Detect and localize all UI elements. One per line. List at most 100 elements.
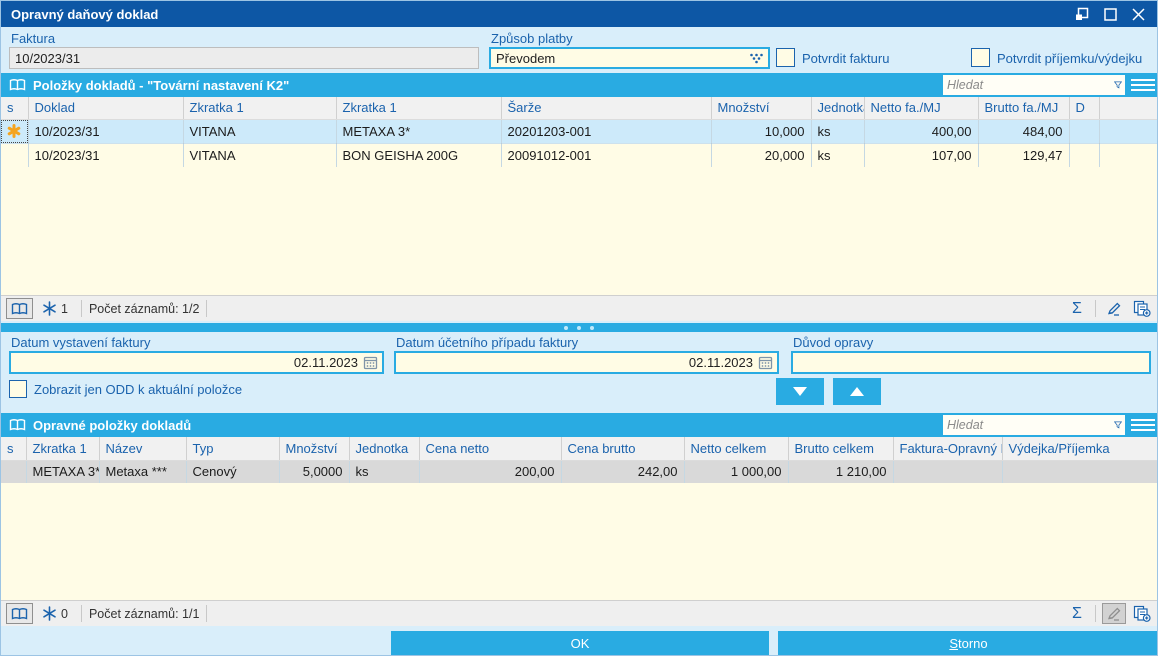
faktura-label: Faktura bbox=[11, 31, 56, 46]
faktura-value bbox=[10, 48, 478, 68]
datum-ucetniho-input[interactable] bbox=[396, 353, 758, 372]
col-jednotka[interactable]: Jednotka bbox=[349, 437, 420, 461]
duvod-opravy-label: Důvod opravy bbox=[793, 335, 874, 350]
opravne-polozky-header: Opravné položky dokladů bbox=[1, 413, 1157, 437]
col-mnozstvi[interactable]: Množství bbox=[279, 437, 350, 461]
table-row[interactable]: METAXA 3* Metaxa *** Cenový 5,0000 ks 20… bbox=[1, 460, 1157, 484]
arrow-up-icon bbox=[850, 387, 864, 396]
potvrdit-fakturu-label: Potvrdit fakturu bbox=[802, 51, 890, 66]
col-zkratka1[interactable]: Zkratka 1 bbox=[183, 97, 337, 120]
zpusob-platby-value[interactable] bbox=[491, 49, 749, 67]
grid2-search-input[interactable] bbox=[943, 415, 1114, 435]
opravne-polozky-table: s Zkratka 1 Název Typ Množství Jednotka … bbox=[1, 437, 1157, 484]
col-s[interactable]: s bbox=[1, 97, 29, 120]
calendar-icon[interactable] bbox=[758, 355, 773, 370]
ok-button[interactable]: OK bbox=[391, 631, 769, 655]
storno-button[interactable]: Storno bbox=[778, 631, 1157, 655]
grid1-menu-icon[interactable] bbox=[1131, 75, 1155, 95]
panel-title: Položky dokladů - "Tovární nastavení K2" bbox=[33, 77, 290, 93]
grid2-status-bar: 0 Počet záznamů: 1/1 Σ bbox=[1, 600, 1157, 626]
datum-vystaveni-field[interactable] bbox=[9, 351, 384, 374]
col-jednotka[interactable]: Jednotka bbox=[811, 97, 865, 120]
datum-vystaveni-label: Datum vystavení faktury bbox=[11, 335, 151, 350]
move-up-button[interactable] bbox=[833, 378, 881, 405]
potvrdit-prijemku-label: Potvrdit příjemku/výdejku bbox=[997, 51, 1143, 66]
col-vydejka[interactable]: Výdejka/Příjemka bbox=[1002, 437, 1157, 461]
grid2-empty-area bbox=[1, 483, 1157, 600]
window-title: Opravný daňový doklad bbox=[11, 6, 159, 22]
col-nazev[interactable]: Název bbox=[99, 437, 187, 461]
col-s[interactable]: s bbox=[1, 437, 27, 461]
book-view-button[interactable] bbox=[6, 298, 33, 319]
book-icon bbox=[9, 78, 26, 92]
datum-ucetniho-label: Datum účetního případu faktury bbox=[396, 335, 579, 350]
flagged-records-icon bbox=[42, 606, 57, 621]
zobrazit-odd-checkbox[interactable] bbox=[9, 380, 27, 398]
grid1-header-row: s Doklad Zkratka 1 Zkratka 1 Šarže Množs… bbox=[1, 97, 1157, 120]
col-cena-netto[interactable]: Cena netto bbox=[419, 437, 562, 461]
record-count: Počet záznamů: 1/1 bbox=[88, 606, 200, 621]
polozky-dokladu-header: Položky dokladů - "Tovární nastavení K2" bbox=[1, 73, 1157, 97]
edit-icon[interactable] bbox=[1102, 298, 1126, 319]
col-d[interactable]: D bbox=[1069, 97, 1100, 120]
duvod-opravy-input[interactable] bbox=[793, 353, 1149, 372]
grid1-search bbox=[943, 75, 1125, 95]
col-brutto-celkem[interactable]: Brutto celkem bbox=[788, 437, 894, 461]
grid1-empty-area bbox=[1, 167, 1157, 295]
book-view-button[interactable] bbox=[6, 603, 33, 624]
col-doklad[interactable]: Doklad bbox=[28, 97, 184, 120]
calendar-icon[interactable] bbox=[363, 355, 378, 370]
col-mnozstvi[interactable]: Množství bbox=[711, 97, 812, 120]
faktura-field bbox=[9, 47, 479, 69]
polozky-dokladu-panel: Položky dokladů - "Tovární nastavení K2"… bbox=[1, 73, 1157, 321]
sum-icon[interactable]: Σ bbox=[1065, 603, 1089, 624]
splitter-handle[interactable] bbox=[1, 323, 1157, 332]
dialog-window: Opravný daňový doklad Faktura Způsob pla… bbox=[0, 0, 1158, 656]
col-zkratka1[interactable]: Zkratka 1 bbox=[26, 437, 100, 461]
datum-vystaveni-input[interactable] bbox=[11, 353, 363, 372]
zpusob-platby-combobox[interactable] bbox=[489, 47, 770, 69]
table-row[interactable]: 10/2023/31 VITANA METAXA 3* 20201203-001… bbox=[1, 119, 1157, 144]
panel-title: Opravné položky dokladů bbox=[33, 417, 192, 433]
move-down-button[interactable] bbox=[776, 378, 824, 405]
filter-icon[interactable] bbox=[1114, 418, 1122, 432]
sum-icon[interactable]: Σ bbox=[1065, 298, 1089, 319]
copy-add-icon[interactable] bbox=[1130, 298, 1154, 319]
table-row[interactable]: 10/2023/31 VITANA BON GEISHA 200G 200910… bbox=[1, 143, 1157, 168]
grid2-search bbox=[943, 415, 1125, 435]
col-filler bbox=[1099, 97, 1157, 120]
record-count: Počet záznamů: 1/2 bbox=[88, 301, 200, 316]
col-netto-celkem[interactable]: Netto celkem bbox=[684, 437, 789, 461]
zpusob-platby-label: Způsob platby bbox=[491, 31, 573, 46]
flagged-records-icon bbox=[42, 301, 57, 316]
col-faktura-odd[interactable]: Faktura-Opravný DD bbox=[893, 437, 1003, 461]
maximize-icon[interactable] bbox=[1103, 7, 1117, 21]
close-icon[interactable] bbox=[1131, 7, 1145, 21]
datum-ucetniho-field[interactable] bbox=[394, 351, 779, 374]
duvod-opravy-field[interactable] bbox=[791, 351, 1151, 374]
grid1-search-input[interactable] bbox=[943, 75, 1114, 95]
opravne-polozky-panel: Opravné položky dokladů s Zkratka 1 Náze… bbox=[1, 413, 1157, 626]
col-zkratka1b[interactable]: Zkratka 1 bbox=[336, 97, 502, 120]
restore-window-icon[interactable] bbox=[1075, 7, 1089, 21]
grid2-header-row: s Zkratka 1 Název Typ Množství Jednotka … bbox=[1, 437, 1157, 461]
arrow-down-icon bbox=[793, 387, 807, 396]
combo-dropdown-icon[interactable] bbox=[749, 53, 764, 64]
col-cena-brutto[interactable]: Cena brutto bbox=[561, 437, 685, 461]
flagged-count: 1 bbox=[61, 301, 68, 316]
potvrdit-prijemku-checkbox[interactable] bbox=[971, 48, 990, 67]
col-typ[interactable]: Typ bbox=[186, 437, 280, 461]
book-icon bbox=[9, 418, 26, 432]
col-sarze[interactable]: Šarže bbox=[501, 97, 712, 120]
filter-icon[interactable] bbox=[1114, 78, 1122, 92]
grid2-menu-icon[interactable] bbox=[1131, 415, 1155, 435]
copy-add-icon[interactable] bbox=[1130, 603, 1154, 624]
polozky-dokladu-table: s Doklad Zkratka 1 Zkratka 1 Šarže Množs… bbox=[1, 97, 1157, 168]
potvrdit-fakturu-checkbox[interactable] bbox=[776, 48, 795, 67]
col-netto[interactable]: Netto fa./MJ bbox=[864, 97, 979, 120]
flagged-count: 0 bbox=[61, 606, 68, 621]
col-brutto[interactable]: Brutto fa./MJ bbox=[978, 97, 1070, 120]
grid1-status-bar: 1 Počet záznamů: 1/2 Σ bbox=[1, 295, 1157, 321]
current-record-marker-icon bbox=[1, 119, 27, 142]
title-bar: Opravný daňový doklad bbox=[1, 1, 1157, 27]
